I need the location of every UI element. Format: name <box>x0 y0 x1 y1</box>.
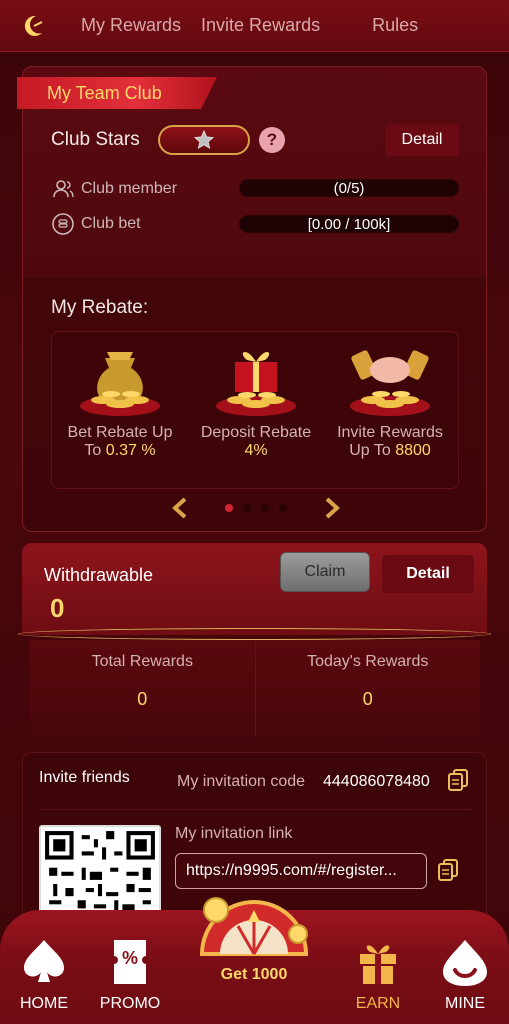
club-stars-label: Club Stars <box>51 129 140 150</box>
nav-home-label: HOME <box>20 995 68 1012</box>
team-club-card: My Team Club Club Stars ? Detail Club me… <box>17 66 487 532</box>
pager-dot[interactable] <box>279 504 287 512</box>
gift-box-icon <box>211 338 301 420</box>
total-rewards-label: Total Rewards <box>91 653 193 670</box>
rebate-invite-text: Invite Rewards Up To 8800 <box>330 424 450 460</box>
pager-dot[interactable] <box>261 504 269 512</box>
todays-rewards-label: Today's Rewards <box>307 653 429 670</box>
coupon-icon: % <box>114 940 146 984</box>
spade-icon <box>24 940 64 982</box>
top-navigation: My Rewards Invite Rewards Rules <box>0 0 509 52</box>
total-rewards-value: 0 <box>137 689 148 709</box>
tab-rules[interactable]: Rules <box>362 15 428 36</box>
club-bet-progress: [0.00 / 100k] <box>239 215 459 233</box>
invite-divider <box>39 809 471 810</box>
todays-rewards: Today's Rewards 0 <box>256 640 481 736</box>
pager-dot[interactable] <box>243 504 251 512</box>
lucky-wheel-button[interactable] <box>194 888 314 960</box>
rebate-section: My Rebate: Bet Rebate Up To 0.37 % Depos… <box>23 277 486 531</box>
rebate-item-invite[interactable]: Invite Rewards Up To 8800 <box>330 338 450 460</box>
club-ribbon: My Team Club <box>17 77 217 109</box>
star-icon <box>193 129 215 150</box>
nav-mine[interactable]: MINE <box>425 936 505 1013</box>
club-member-progress: (0/5) <box>239 179 459 197</box>
rebate-pager <box>171 497 341 519</box>
nav-promo-label: PROMO <box>99 995 161 1012</box>
tab-my-rewards[interactable]: My Rewards <box>71 15 191 36</box>
rebate-title: My Rebate: <box>51 297 149 318</box>
pager-dot[interactable] <box>225 504 233 512</box>
users-icon <box>53 180 74 198</box>
nav-earn[interactable]: EARN <box>338 936 418 1013</box>
gift-icon <box>360 945 396 984</box>
svg-text:%: % <box>122 948 138 968</box>
club-member-row: Club member <box>51 177 177 201</box>
club-star-badge <box>158 125 250 155</box>
rebate-invite-value: 8800 <box>395 442 431 459</box>
withdrawable-value: 0 <box>50 593 65 623</box>
help-icon[interactable]: ? <box>259 127 285 153</box>
invitation-code-value: 444086078480 <box>323 773 430 790</box>
nav-mine-label: MINE <box>445 995 485 1012</box>
invitation-link-label: My invitation link <box>175 825 293 842</box>
handshake-icon <box>345 338 435 420</box>
club-bet-row: Club bet <box>51 212 141 236</box>
money-bag-icon <box>75 338 165 420</box>
back-button[interactable] <box>0 0 66 52</box>
chevron-left-icon[interactable] <box>171 497 191 519</box>
chevron-right-icon[interactable] <box>321 497 341 519</box>
rebate-deposit-label: Deposit Rebate <box>200 424 312 441</box>
rebate-deposit-value: 4% <box>244 442 268 459</box>
lucky-wheel-icon <box>199 897 309 956</box>
rewards-totals: Total Rewards 0 Today's Rewards 0 <box>30 640 480 736</box>
gold-rim-divider <box>18 628 491 640</box>
claim-button[interactable]: Claim <box>280 552 370 592</box>
back-crescent-icon <box>24 15 43 36</box>
rebate-item-deposit[interactable]: Deposit Rebate 4% <box>196 338 316 460</box>
pager-dots <box>225 504 287 512</box>
rebate-bet-text: Bet Rebate Up To 0.37 % <box>60 424 180 460</box>
rebate-carousel: Bet Rebate Up To 0.37 % Deposit Rebate 4… <box>51 331 459 489</box>
withdraw-detail-button[interactable]: Detail <box>382 555 474 593</box>
rebate-bet-value: 0.37 % <box>105 442 156 459</box>
club-bet-label: Club bet <box>81 215 141 232</box>
coin-stack-icon <box>52 213 74 235</box>
todays-rewards-value: 0 <box>362 689 373 709</box>
nav-promo[interactable]: % PROMO <box>90 936 170 1013</box>
total-rewards: Total Rewards 0 <box>30 640 256 736</box>
rebate-item-bet[interactable]: Bet Rebate Up To 0.37 % <box>60 338 180 460</box>
invitation-link-field[interactable]: https://n9995.com/#/register... <box>175 853 427 889</box>
withdrawable-card: Withdrawable 0 Claim Detail <box>22 543 487 635</box>
copy-code-icon[interactable] <box>447 769 469 793</box>
get-reward-label[interactable]: Get 1000 <box>194 966 314 984</box>
nav-earn-label: EARN <box>355 995 401 1012</box>
copy-link-icon[interactable] <box>437 859 459 883</box>
club-member-label: Club member <box>81 180 178 197</box>
invite-title: Invite friends <box>39 769 130 786</box>
tab-invite-rewards[interactable]: Invite Rewards <box>191 15 330 36</box>
club-detail-button[interactable]: Detail <box>385 124 459 156</box>
nav-home[interactable]: HOME <box>4 936 84 1013</box>
rebate-deposit-text: Deposit Rebate 4% <box>196 424 316 460</box>
withdrawable-label: Withdrawable <box>44 565 154 585</box>
mine-drop-icon <box>443 940 487 986</box>
invitation-code-label: My invitation code <box>177 773 306 790</box>
